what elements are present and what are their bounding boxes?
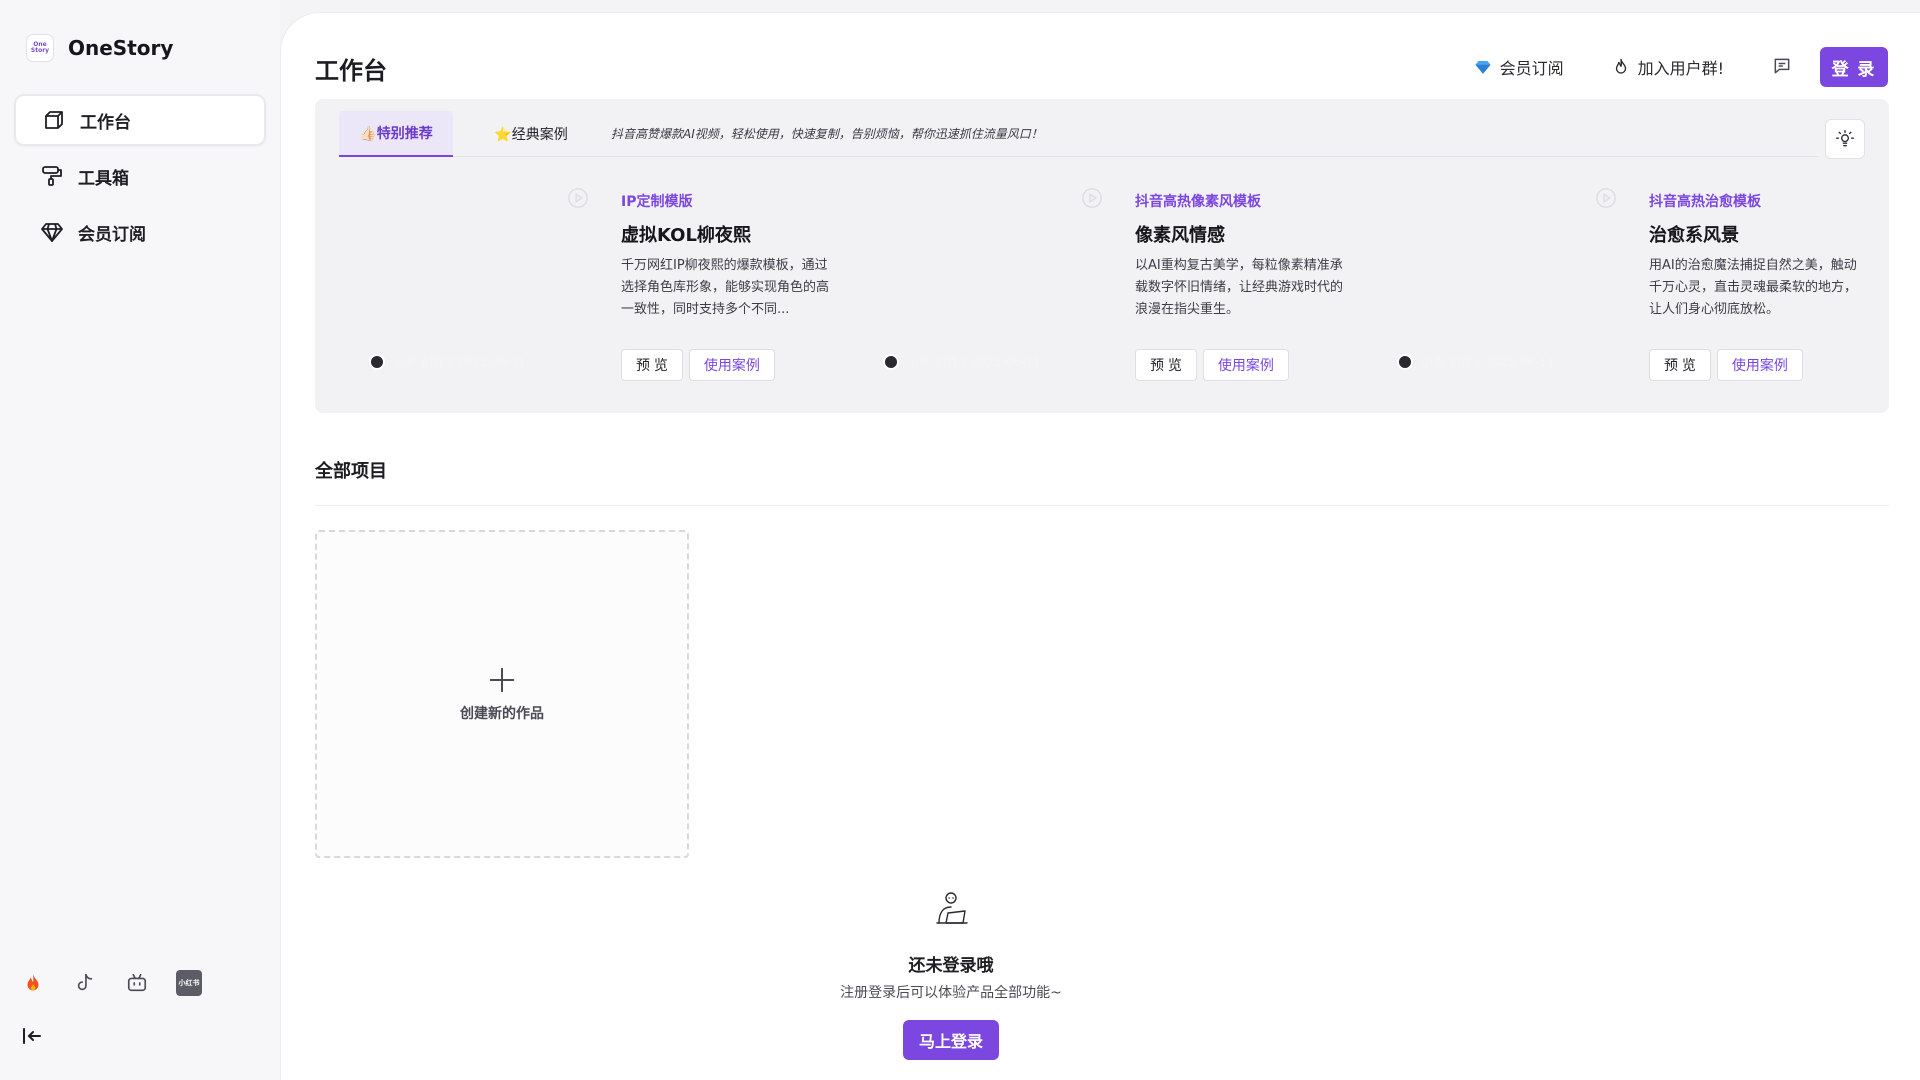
- card-description: 千万网红IP柳夜熙的爆款模板，通过选择角色库形象，能够实现角色的高一致性，同时支…: [621, 258, 830, 317]
- card-author-text: 小麦 创作于2025-06-11: [1421, 355, 1555, 369]
- sidebar-item-toolbox[interactable]: 工具箱: [14, 150, 266, 202]
- card-category: 抖音高热治愈模板: [1649, 194, 1761, 210]
- card-actions: 预 览 使用案例: [1649, 349, 1803, 381]
- brand-name: OneStory: [68, 36, 174, 60]
- fire-icon[interactable]: [20, 970, 46, 996]
- sidebar: One Story OneStory 工作台 工具箱 会员订阅 小红书: [0, 0, 280, 1080]
- social-links: 小红书: [20, 970, 202, 996]
- card-author-text: 小麦 创作于2025-06-11: [393, 355, 527, 369]
- empty-state: 还未登录哦 注册登录后可以体验产品全部功能~ 马上登录: [281, 889, 1621, 1060]
- diamond-icon: [41, 223, 63, 242]
- main-content: 工作台 会员订阅 加入用户群! 登 录 👍🏻特别推荐 ⭐经典案例 抖音高赞爆款A…: [280, 12, 1920, 1080]
- preview-button[interactable]: 预 览: [1135, 349, 1197, 381]
- use-case-button[interactable]: 使用案例: [1202, 349, 1289, 381]
- section-divider: [315, 505, 1889, 506]
- card-description: 用AI的治愈魔法捕捉自然之美，触动千万心灵，直击灵魂最柔软的地方，让人们身心彻底…: [1649, 258, 1858, 317]
- theme-toggle-button[interactable]: [1825, 119, 1865, 159]
- sidebar-item-workbench[interactable]: 工作台: [14, 94, 266, 146]
- lightbulb-icon: [1836, 130, 1854, 147]
- message-icon[interactable]: [1772, 56, 1794, 78]
- top-actions: 会员订阅 加入用户群! 登 录: [1474, 47, 1888, 87]
- brand-logo-line2: Story: [30, 47, 50, 54]
- create-new-label: 创建新的作品: [460, 706, 544, 722]
- featured-panel: 👍🏻特别推荐 ⭐经典案例 抖音高赞爆款AI视频，轻松使用，快速复制，告别烦恼，帮…: [315, 99, 1889, 413]
- featured-tabs: 👍🏻特别推荐 ⭐经典案例 抖音高赞爆款AI视频，轻松使用，快速复制，告别烦恼，帮…: [339, 110, 1819, 157]
- plus-icon: [489, 667, 515, 693]
- membership-link-label: 会员订阅: [1499, 59, 1564, 78]
- sidebar-nav: 工作台 工具箱 会员订阅: [14, 94, 266, 262]
- membership-link[interactable]: 会员订阅: [1474, 55, 1564, 79]
- section-title-all-projects: 全部项目: [315, 461, 387, 482]
- collapse-sidebar-icon[interactable]: [20, 1024, 46, 1050]
- login-now-button[interactable]: 马上登录: [903, 1020, 999, 1060]
- play-icon[interactable]: [1081, 187, 1103, 209]
- template-card: 小麦 创作于2025-06-11 抖音高热像素风模板 像素风情感 以AI重构复古…: [853, 175, 1353, 395]
- card-description: 以AI重构复古美学，每粒像素精准承载数字怀旧情绪，让经典游戏时代的浪漫在指尖重生…: [1135, 258, 1344, 317]
- card-actions: 预 览 使用案例: [621, 349, 775, 381]
- sidebar-item-label: 会员订阅: [78, 224, 146, 245]
- avatar: [1397, 353, 1413, 370]
- preview-button[interactable]: 预 览: [621, 349, 683, 381]
- use-case-button[interactable]: 使用案例: [1716, 349, 1803, 381]
- card-category: 抖音高热像素风模板: [1135, 194, 1261, 210]
- template-card: 小麦 创作于2025-06-11 IP定制模版 虚拟KOL柳夜熙 千万网红IP柳…: [339, 175, 839, 395]
- box-icon: [45, 111, 63, 129]
- gem-icon: [1475, 61, 1491, 74]
- sidebar-item-label: 工作台: [80, 112, 131, 133]
- card-title: 虚拟KOL柳夜熙: [621, 225, 751, 246]
- card-author-text: 小麦 创作于2025-06-11: [907, 355, 1041, 369]
- card-thumbnail[interactable]: 小麦 创作于2025-06-11: [853, 175, 1103, 385]
- bilibili-icon[interactable]: [124, 970, 150, 996]
- tiktok-icon[interactable]: [72, 970, 98, 996]
- tab-classic-cases[interactable]: ⭐经典案例: [471, 111, 591, 157]
- join-group-label: 加入用户群!: [1637, 59, 1724, 78]
- card-actions: 预 览 使用案例: [1135, 349, 1289, 381]
- xiaohongshu-icon[interactable]: 小红书: [176, 970, 202, 996]
- sidebar-item-membership[interactable]: 会员订阅: [14, 206, 266, 258]
- sidebar-item-label: 工具箱: [78, 168, 129, 189]
- flame-icon: [1615, 58, 1626, 74]
- play-icon[interactable]: [567, 187, 589, 209]
- brand[interactable]: One Story OneStory: [26, 34, 173, 62]
- card-title: 治愈系风景: [1649, 225, 1739, 246]
- play-icon[interactable]: [1595, 187, 1617, 209]
- card-thumbnail[interactable]: 小麦 创作于2025-06-11: [1367, 175, 1617, 385]
- empty-state-title: 还未登录哦: [908, 956, 994, 976]
- tab-special-recommend[interactable]: 👍🏻特别推荐: [339, 110, 453, 157]
- create-new-project-card[interactable]: 创建新的作品: [315, 530, 689, 858]
- card-thumbnail[interactable]: 小麦 创作于2025-06-11: [339, 175, 589, 385]
- empty-state-subtitle: 注册登录后可以体验产品全部功能~: [840, 985, 1062, 1001]
- person-laptop-icon: [936, 892, 968, 924]
- paint-roller-icon: [42, 166, 62, 186]
- avatar: [369, 353, 385, 370]
- card-author-meta: 小麦 创作于2025-06-11: [1397, 353, 1555, 370]
- avatar: [883, 353, 899, 370]
- card-author-meta: 小麦 创作于2025-06-11: [883, 353, 1041, 370]
- card-category: IP定制模版: [621, 194, 693, 210]
- card-title: 像素风情感: [1135, 225, 1225, 246]
- card-author-meta: 小麦 创作于2025-06-11: [369, 353, 527, 370]
- brand-logo: One Story: [26, 34, 54, 62]
- featured-tagline: 抖音高赞爆款AI视频，轻松使用，快速复制，告别烦恼，帮你迅速抓住流量风口！: [611, 127, 1043, 141]
- login-button[interactable]: 登 录: [1820, 47, 1888, 87]
- use-case-button[interactable]: 使用案例: [688, 349, 775, 381]
- template-card: 小麦 创作于2025-06-11 抖音高热治愈模板 治愈系风景 用AI的治愈魔法…: [1367, 175, 1867, 395]
- page-title: 工作台: [315, 57, 387, 85]
- join-group-link[interactable]: 加入用户群!: [1612, 55, 1724, 79]
- preview-button[interactable]: 预 览: [1649, 349, 1711, 381]
